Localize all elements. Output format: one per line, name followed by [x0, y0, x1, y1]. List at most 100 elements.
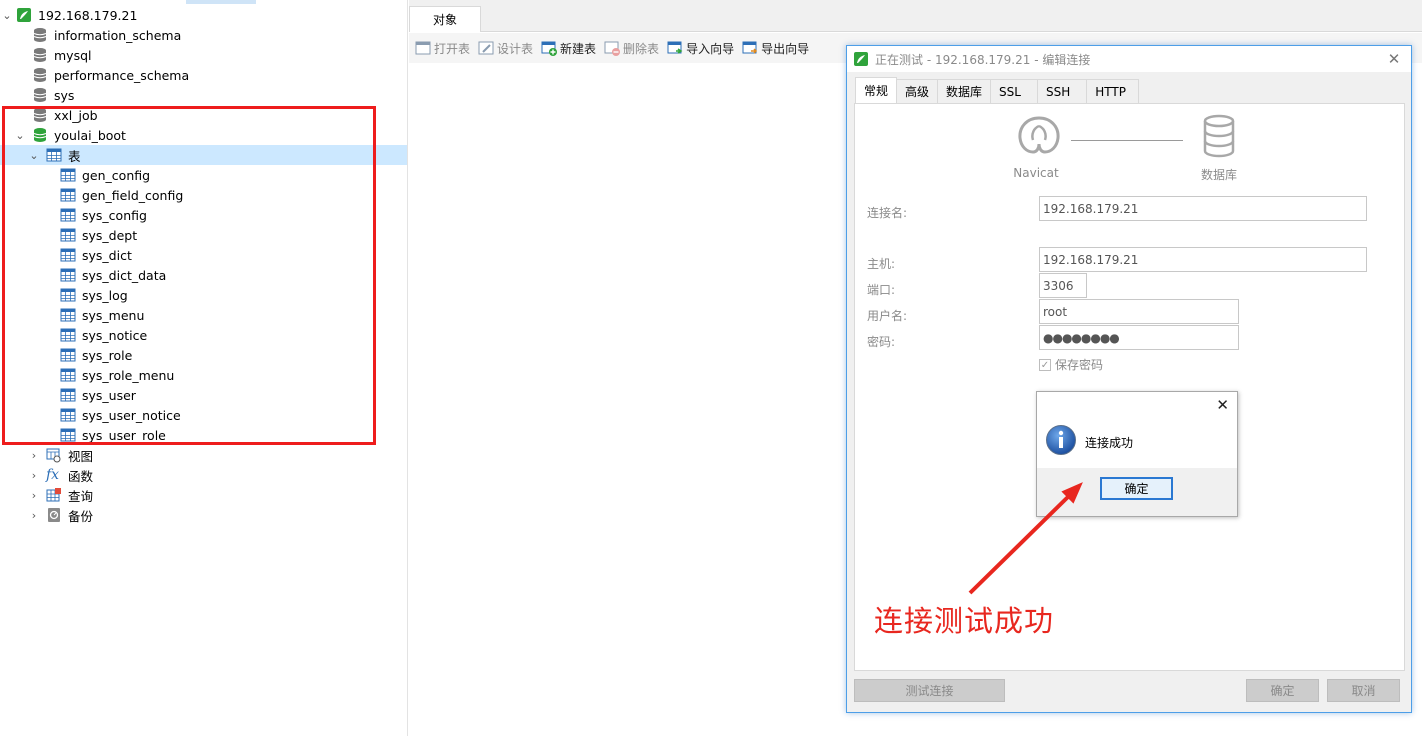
open-table-button[interactable]: 打开表 [415, 40, 470, 57]
table-icon [60, 308, 76, 322]
tab-label: 数据库 [946, 85, 983, 99]
button-label: 删除表 [623, 41, 660, 56]
host-label: 主机: [867, 257, 896, 271]
navicat-caption: Navicat [1013, 166, 1059, 180]
tree-table-item[interactable]: gen_config [0, 165, 407, 185]
table-label: gen_config [82, 167, 151, 183]
host-field[interactable]: 192.168.179.21 [1039, 247, 1367, 272]
group-label: 查询 [68, 488, 94, 504]
scroll-indicator [186, 0, 256, 4]
db-label: information_schema [54, 27, 182, 43]
tree-group-backups[interactable]: › 备份 [0, 505, 407, 525]
tree-db-item[interactable]: information_schema [0, 25, 407, 45]
tree-table-item[interactable]: sys_user [0, 385, 407, 405]
tab-databases[interactable]: 数据库 [937, 79, 992, 103]
tree-db-item[interactable]: mysql [0, 45, 407, 65]
chevron-right-icon[interactable]: › [28, 465, 40, 485]
password-field[interactable]: ●●●●●●●● [1039, 325, 1239, 350]
chevron-right-icon[interactable]: › [28, 445, 40, 465]
database-icon [1203, 114, 1235, 158]
message-titlebar[interactable] [1037, 392, 1237, 418]
message-text: 连接成功 [1085, 436, 1134, 450]
success-message-box: ✕ 连接成功 确定 [1036, 391, 1238, 517]
group-label: 视图 [68, 448, 94, 464]
db-label: xxl_job [54, 107, 98, 123]
username-label: 用户名: [867, 309, 908, 323]
chevron-right-icon[interactable]: › [28, 485, 40, 505]
tab-label: SSH [1045, 84, 1071, 99]
new-table-button[interactable]: 新建表 [541, 40, 596, 57]
table-icon [60, 388, 76, 402]
tree-table-item[interactable]: sys_config [0, 205, 407, 225]
username-field[interactable]: root [1039, 299, 1239, 324]
table-label: sys_user_notice [82, 407, 181, 423]
message-body: 连接成功 [1037, 418, 1237, 468]
tree-group-functions[interactable]: › fx 函数 [0, 465, 407, 485]
tree-table-item[interactable]: sys_log [0, 285, 407, 305]
export-wizard-button[interactable]: 导出向导 [742, 40, 809, 57]
tab-objects[interactable]: 对象 [409, 6, 481, 32]
tables-icon [46, 148, 62, 162]
tree-connection[interactable]: ⌄ 192.168.179.21 [0, 5, 407, 25]
tree-db-item[interactable]: sys [0, 85, 407, 105]
delete-table-button[interactable]: 删除表 [604, 40, 659, 57]
tab-ssl[interactable]: SSL [990, 79, 1038, 103]
tab-http[interactable]: HTTP [1086, 79, 1139, 103]
dialog-titlebar[interactable]: 正在测试 - 192.168.179.21 - 编辑连接 [847, 46, 1411, 72]
tree-db-item[interactable]: performance_schema [0, 65, 407, 85]
message-ok-button[interactable]: 确定 [1100, 477, 1173, 500]
tab-general[interactable]: 常规 [855, 77, 898, 103]
backup-icon [48, 508, 60, 522]
chevron-right-icon[interactable]: › [28, 505, 40, 525]
table-icon [60, 188, 76, 202]
tree-db-active[interactable]: ⌄ youlai_boot [0, 125, 407, 145]
close-icon[interactable]: ✕ [1385, 50, 1403, 68]
design-table-button[interactable]: 设计表 [478, 40, 533, 57]
tree-table-item[interactable]: sys_notice [0, 325, 407, 345]
tab-advanced[interactable]: 高级 [896, 79, 939, 103]
tab-label: HTTP [1095, 84, 1126, 99]
table-label: sys_menu [82, 307, 145, 323]
tree-group-views[interactable]: › 视图 [0, 445, 407, 465]
tree-table-item[interactable]: gen_field_config [0, 185, 407, 205]
table-label: sys_dict [82, 247, 132, 263]
tree-group-queries[interactable]: › 查询 [0, 485, 407, 505]
database-open-icon [33, 128, 47, 142]
button-label: 导出向导 [761, 41, 810, 56]
chevron-down-icon[interactable]: ⌄ [1, 5, 13, 25]
cancel-button[interactable]: 取消 [1327, 679, 1400, 702]
test-connection-button[interactable]: 测试连接 [854, 679, 1005, 702]
password-label: 密码: [867, 335, 896, 349]
ok-button[interactable]: 确定 [1246, 679, 1319, 702]
conn-name-field[interactable]: 192.168.179.21 [1039, 196, 1367, 221]
database-icon [33, 28, 47, 42]
tree-table-item[interactable]: sys_dept [0, 225, 407, 245]
tree-table-item[interactable]: sys_dict_data [0, 265, 407, 285]
tree-tables-group[interactable]: ⌄ 表 [0, 145, 407, 165]
group-label: 函数 [68, 468, 94, 484]
tab-label: SSL [999, 84, 1021, 99]
import-wizard-button[interactable]: 导入向导 [667, 40, 734, 57]
button-label: 新建表 [560, 41, 597, 56]
table-label: sys_config [82, 207, 147, 223]
tree-table-item[interactable]: sys_role [0, 345, 407, 365]
table-icon [60, 228, 76, 242]
table-label: gen_field_config [82, 187, 184, 203]
tree-table-item[interactable]: sys_role_menu [0, 365, 407, 385]
table-label: sys_role_menu [82, 367, 175, 383]
chevron-down-icon[interactable]: ⌄ [14, 125, 26, 145]
tree-table-item[interactable]: sys_menu [0, 305, 407, 325]
tree-db-item[interactable]: xxl_job [0, 105, 407, 125]
tab-ssh[interactable]: SSH [1036, 79, 1088, 103]
save-password-checkbox[interactable]: ✓ 保存密码 [1039, 356, 1103, 373]
table-icon [60, 208, 76, 222]
chevron-down-icon[interactable]: ⌄ [28, 145, 40, 165]
database-icon [33, 88, 47, 102]
database-icon [33, 48, 47, 62]
tree-table-item[interactable]: sys_user_notice [0, 405, 407, 425]
port-field[interactable]: 3306 [1039, 273, 1087, 298]
info-icon [1046, 425, 1076, 455]
tree-table-item[interactable]: sys_user_role [0, 425, 407, 445]
close-icon[interactable]: ✕ [1216, 396, 1229, 414]
tree-table-item[interactable]: sys_dict [0, 245, 407, 265]
